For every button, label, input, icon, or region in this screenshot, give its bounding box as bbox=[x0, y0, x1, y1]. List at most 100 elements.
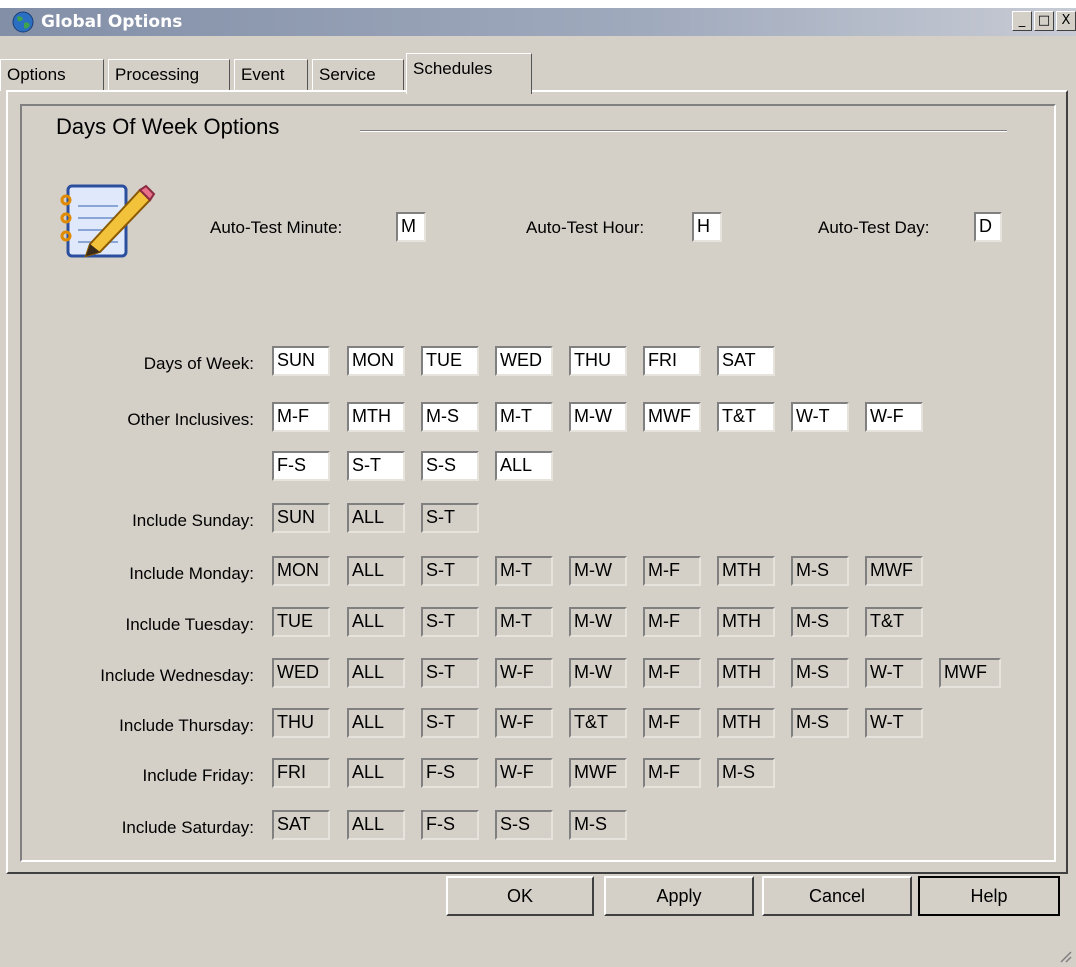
day-code-readonly: MWF bbox=[865, 556, 923, 586]
day-code-field[interactable]: TUE bbox=[421, 346, 479, 376]
day-code-readonly: W-T bbox=[865, 658, 923, 688]
day-code-field[interactable]: MWF bbox=[643, 402, 701, 432]
cancel-button[interactable]: Cancel bbox=[762, 876, 912, 916]
day-code-readonly: M-S bbox=[791, 607, 849, 637]
day-code-readonly: ALL bbox=[347, 556, 405, 586]
close-icon: X bbox=[1061, 13, 1071, 28]
day-code-field[interactable]: THU bbox=[569, 346, 627, 376]
day-code-field[interactable]: FRI bbox=[643, 346, 701, 376]
day-code-readonly: THU bbox=[272, 708, 330, 738]
resize-grip-icon[interactable] bbox=[1058, 949, 1072, 963]
day-code-readonly: M-W bbox=[569, 556, 627, 586]
day-code-readonly: T&T bbox=[865, 607, 923, 637]
day-code-readonly: TUE bbox=[272, 607, 330, 637]
day-code-readonly: MWF bbox=[569, 758, 627, 788]
day-code-readonly: M-S bbox=[717, 758, 775, 788]
day-code-field[interactable]: SUN bbox=[272, 346, 330, 376]
day-code-readonly: MON bbox=[272, 556, 330, 586]
day-code-readonly: WED bbox=[272, 658, 330, 688]
day-code-field[interactable]: MTH bbox=[347, 402, 405, 432]
day-code-readonly: M-S bbox=[791, 708, 849, 738]
day-code-readonly: SUN bbox=[272, 503, 330, 533]
globe-icon bbox=[12, 11, 34, 33]
maximize-icon: □ bbox=[1037, 13, 1051, 28]
day-code-readonly: M-S bbox=[569, 810, 627, 840]
section-divider bbox=[360, 130, 1007, 132]
day-code-readonly: ALL bbox=[347, 607, 405, 637]
auto-test-minute-field[interactable]: M bbox=[396, 212, 426, 242]
row-label: Include Friday: bbox=[142, 766, 255, 785]
day-code-readonly: M-F bbox=[643, 607, 701, 637]
day-code-field[interactable]: MON bbox=[347, 346, 405, 376]
auto-test-day-label: Auto-Test Day: bbox=[818, 218, 930, 237]
minimize-button[interactable]: _ bbox=[1012, 11, 1032, 31]
day-code-readonly: T&T bbox=[569, 708, 627, 738]
day-code-readonly: M-F bbox=[643, 758, 701, 788]
apply-button[interactable]: Apply bbox=[604, 876, 754, 916]
day-code-field[interactable]: ALL bbox=[495, 451, 553, 481]
day-code-readonly: S-T bbox=[421, 607, 479, 637]
day-code-field[interactable]: F-S bbox=[272, 451, 330, 481]
tab-event[interactable]: Event bbox=[234, 59, 308, 91]
day-code-readonly: M-S bbox=[791, 556, 849, 586]
tab-processing[interactable]: Processing bbox=[108, 59, 230, 91]
maximize-button[interactable]: □ bbox=[1034, 11, 1054, 31]
day-code-readonly: M-T bbox=[495, 607, 553, 637]
auto-test-hour-label: Auto-Test Hour: bbox=[526, 218, 645, 237]
row-label: Include Tuesday: bbox=[125, 615, 254, 634]
day-code-field[interactable]: W-F bbox=[865, 402, 923, 432]
row-label: Days of Week: bbox=[143, 354, 254, 373]
day-code-readonly: M-S bbox=[791, 658, 849, 688]
day-code-field[interactable]: M-W bbox=[569, 402, 627, 432]
ok-button[interactable]: OK bbox=[446, 876, 594, 916]
day-code-readonly: F-S bbox=[421, 758, 479, 788]
day-code-field[interactable]: M-T bbox=[495, 402, 553, 432]
day-code-readonly: F-S bbox=[421, 810, 479, 840]
day-code-readonly: S-S bbox=[495, 810, 553, 840]
day-code-readonly: S-T bbox=[421, 556, 479, 586]
day-code-readonly: S-T bbox=[421, 658, 479, 688]
tab-strip: Options Processing Event Service Schedul… bbox=[0, 53, 1076, 94]
day-code-field[interactable]: SAT bbox=[717, 346, 775, 376]
day-code-readonly: ALL bbox=[347, 810, 405, 840]
day-code-field[interactable]: S-T bbox=[347, 451, 405, 481]
day-code-field[interactable]: M-F bbox=[272, 402, 330, 432]
tab-schedules[interactable]: Schedules bbox=[406, 53, 532, 94]
day-code-readonly: M-F bbox=[643, 708, 701, 738]
day-code-readonly: FRI bbox=[272, 758, 330, 788]
day-code-field[interactable]: WED bbox=[495, 346, 553, 376]
help-button[interactable]: Help bbox=[918, 876, 1060, 916]
row-label: Other Inclusives: bbox=[127, 410, 254, 429]
auto-test-day-field[interactable]: D bbox=[974, 212, 1002, 242]
day-code-readonly: MTH bbox=[717, 607, 775, 637]
section-title: Days Of Week Options bbox=[56, 114, 280, 139]
day-code-readonly: MTH bbox=[717, 708, 775, 738]
day-code-readonly: W-F bbox=[495, 758, 553, 788]
auto-test-minute-label: Auto-Test Minute: bbox=[210, 218, 343, 237]
tab-service[interactable]: Service bbox=[312, 59, 404, 91]
row-label: Include Sunday: bbox=[132, 511, 254, 530]
day-code-readonly: ALL bbox=[347, 658, 405, 688]
notepad-pencil-icon bbox=[60, 184, 156, 258]
row-label: Include Thursday: bbox=[119, 716, 254, 735]
day-code-readonly: MWF bbox=[939, 658, 1001, 688]
day-code-field[interactable]: W-T bbox=[791, 402, 849, 432]
auto-test-hour-field[interactable]: H bbox=[692, 212, 722, 242]
day-code-readonly: M-F bbox=[643, 658, 701, 688]
minimize-icon: _ bbox=[1018, 13, 1026, 28]
day-code-field[interactable]: S-S bbox=[421, 451, 479, 481]
day-code-readonly: M-F bbox=[643, 556, 701, 586]
day-code-readonly: ALL bbox=[347, 503, 405, 533]
row-label: Include Wednesday: bbox=[100, 666, 254, 685]
day-code-readonly: SAT bbox=[272, 810, 330, 840]
title-bar[interactable]: Global Options _ □ X bbox=[0, 8, 1076, 36]
close-button[interactable]: X bbox=[1056, 11, 1076, 31]
tab-options[interactable]: Options bbox=[0, 59, 104, 91]
day-code-readonly: MTH bbox=[717, 556, 775, 586]
row-label: Include Monday: bbox=[129, 564, 254, 583]
day-code-readonly: W-F bbox=[495, 658, 553, 688]
day-code-readonly: W-F bbox=[495, 708, 553, 738]
day-code-readonly: M-W bbox=[569, 658, 627, 688]
day-code-field[interactable]: T&T bbox=[717, 402, 775, 432]
day-code-field[interactable]: M-S bbox=[421, 402, 479, 432]
